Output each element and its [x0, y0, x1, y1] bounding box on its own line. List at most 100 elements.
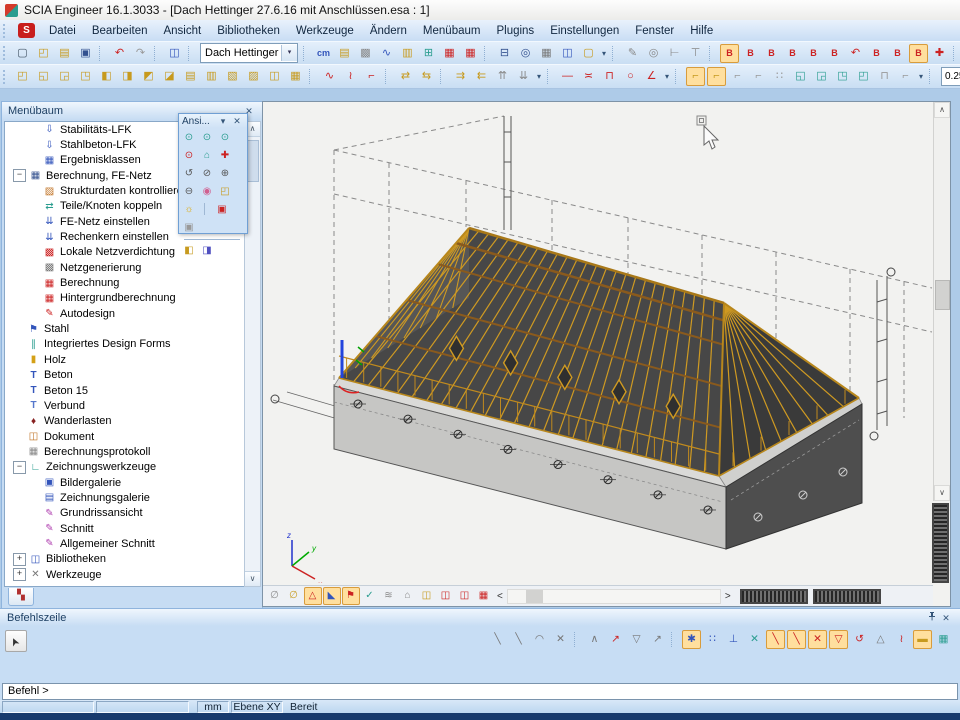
view-tool-icon-9[interactable]: ▤	[181, 67, 200, 86]
snap-bed-icon[interactable]: ▬	[913, 630, 932, 649]
menu-hilfe[interactable]: Hilfe	[682, 25, 721, 37]
snap-line-icon-2[interactable]: ╲	[509, 630, 528, 649]
view-tool-icon-3[interactable]: ◲	[55, 67, 74, 86]
print-icon[interactable]: ⊟	[495, 44, 514, 63]
plane-icon-10[interactable]: ⊓	[875, 67, 894, 86]
activity-icon-5[interactable]: B	[804, 44, 823, 63]
viewport-vscrollbar[interactable]: ∧ ∨	[933, 102, 950, 501]
window-red-icon-2[interactable]: ◫	[456, 587, 474, 605]
ruler-icon-2[interactable]: ⊤	[686, 44, 705, 63]
zoom-wheel-horizontal[interactable]	[813, 589, 881, 604]
view-tool-icon-8[interactable]: ◪	[160, 67, 179, 86]
connect-icon-2[interactable]: ≀	[341, 67, 360, 86]
snap-arc-icon[interactable]: ◠	[530, 630, 549, 649]
activity-icon-4[interactable]: B	[783, 44, 802, 63]
snap-star-blue-icon[interactable]: ✱	[682, 630, 701, 649]
ucs-icon[interactable]: ✚	[217, 148, 233, 164]
angle-icon[interactable]: ∠	[642, 67, 661, 86]
snap-triangle-icon[interactable]: ▽	[627, 630, 646, 649]
plane-icon-2[interactable]: ⌐	[707, 67, 726, 86]
menu-datei[interactable]: Datei	[41, 25, 84, 37]
activity-icon-2[interactable]: B	[741, 44, 760, 63]
collapse-icon[interactable]: −	[13, 169, 26, 182]
rotate-wheel-vertical[interactable]	[932, 503, 949, 583]
plane-icon-8[interactable]: ◳	[833, 67, 852, 86]
grid-red-icon[interactable]: ▦	[475, 587, 493, 605]
view-default-icon[interactable]: ⌂	[199, 148, 215, 164]
ruler-icon-1[interactable]: ⊢	[665, 44, 684, 63]
link-icon-2[interactable]: ⇆	[417, 67, 436, 86]
snap-vector-icon[interactable]: ↗	[648, 630, 667, 649]
tree-item-werkzeuge[interactable]: +✕Werkzeuge	[5, 567, 244, 582]
member-icon-3[interactable]: ⇈	[493, 67, 512, 86]
tree-item-hintergrundberechnung[interactable]: ▦Hintergrundberechnung	[5, 291, 244, 306]
toolbar-overflow-icon[interactable]: ▾	[916, 72, 926, 81]
activity-icon-6[interactable]: B	[825, 44, 844, 63]
expand-icon[interactable]: +	[13, 553, 26, 566]
view-tool-icon-11[interactable]: ▧	[223, 67, 242, 86]
menu-einstellungen[interactable]: Einstellungen	[542, 25, 627, 37]
snap-mode-icon-1[interactable]: ╲	[766, 630, 785, 649]
scroll-right-icon[interactable]: >	[721, 591, 735, 602]
view-tool-icon-14[interactable]: ▦	[286, 67, 305, 86]
chevron-down-icon[interactable]: ▾	[281, 45, 297, 61]
pan-wheel-horizontal[interactable]	[740, 589, 808, 604]
toolbar-overflow-icon[interactable]: ▾	[662, 72, 672, 81]
status-plane[interactable]: Ebene XY	[231, 701, 283, 713]
view-tool-icon-4[interactable]: ◳	[76, 67, 95, 86]
member-icon-2[interactable]: ⇇	[472, 67, 491, 86]
tree-item-netzgenerierung[interactable]: ▩Netzgenerierung	[5, 260, 244, 275]
undo-icon[interactable]: ↶	[110, 44, 129, 63]
view-3d-icon[interactable]: ◨	[199, 243, 215, 259]
select-pencil-icon[interactable]: ✎	[623, 44, 642, 63]
window-red-icon-1[interactable]: ◫	[437, 587, 455, 605]
tree-item-berechnungsprotokoll[interactable]: ▦Berechnungsprotokoll	[5, 444, 244, 459]
snap-line-icon-1[interactable]: ╲	[488, 630, 507, 649]
project-combo[interactable]: Dach Hettinger 27.▾	[200, 43, 298, 63]
view-tool-icon-2[interactable]: ◱	[34, 67, 53, 86]
save-icon[interactable]: ▣	[76, 44, 95, 63]
tree-item-bildergalerie[interactable]: ▣Bildergalerie	[5, 475, 244, 490]
tree-item-autodesign[interactable]: ✎Autodesign	[5, 306, 244, 321]
display-toggle-icon-1[interactable]: ∅	[266, 587, 284, 605]
shrink-icon[interactable]: ≋	[380, 587, 398, 605]
render-settings-icon[interactable]: ▩	[356, 44, 375, 63]
connect-icon-3[interactable]: ⌐	[362, 67, 381, 86]
tree-item-zeichnungsgalerie[interactable]: ▤Zeichnungsgalerie	[5, 490, 244, 505]
activity-icon-3[interactable]: B	[762, 44, 781, 63]
plane-icon-6[interactable]: ◱	[791, 67, 810, 86]
view-tool-icon-5[interactable]: ◧	[97, 67, 116, 86]
plane-icon-7[interactable]: ◲	[812, 67, 831, 86]
snap-peak-icon[interactable]: ∧	[585, 630, 604, 649]
zoom-in-icon[interactable]: ⊕	[217, 166, 233, 182]
dimension-icon[interactable]: ≍	[579, 67, 598, 86]
connect-icon-1[interactable]: ∿	[320, 67, 339, 86]
close-icon[interactable]: ✕	[939, 611, 953, 625]
plane-icon-4[interactable]: ⌐	[749, 67, 768, 86]
document-edit-icon[interactable]: ▢	[579, 44, 598, 63]
view-tool-icon-1[interactable]: ◰	[13, 67, 32, 86]
tree-item-holz[interactable]: ▮Holz	[5, 352, 244, 367]
plane-icon-9[interactable]: ◰	[854, 67, 873, 86]
snap-intersect-icon[interactable]: ✕	[745, 630, 764, 649]
activity-icon-9[interactable]: B	[888, 44, 907, 63]
plane-icon-11[interactable]: ⌐	[896, 67, 915, 86]
table-icon-2[interactable]: ▦	[461, 44, 480, 63]
select-cursor-button[interactable]: ➤	[5, 630, 27, 652]
surface-display-icon[interactable]: ◣	[323, 587, 341, 605]
axes-display-icon[interactable]: △	[304, 587, 322, 605]
snap-grid-icon[interactable]: ∷	[703, 630, 722, 649]
plane-icon-5[interactable]: ∷	[770, 67, 789, 86]
tree-item-bibliotheken[interactable]: +◫Bibliotheken	[5, 552, 244, 567]
clip-box-icon[interactable]: ◧	[181, 243, 197, 259]
view-x-icon[interactable]: ⊙	[181, 130, 197, 146]
save-all-icon[interactable]: ▤	[55, 44, 74, 63]
snap-connect-icon[interactable]: ≀	[892, 630, 911, 649]
scrollbar-thumb[interactable]	[526, 590, 543, 603]
tree-item-stahl[interactable]: ⚑Stahl	[5, 321, 244, 336]
scroll-down-icon[interactable]: ∨	[245, 571, 260, 586]
view-z-icon[interactable]: ⊙	[217, 130, 233, 146]
plane-icon-1[interactable]: ⌐	[686, 67, 705, 86]
local-axes-icon[interactable]: ⌂	[399, 587, 417, 605]
labels-icon[interactable]: ✓	[361, 587, 379, 605]
